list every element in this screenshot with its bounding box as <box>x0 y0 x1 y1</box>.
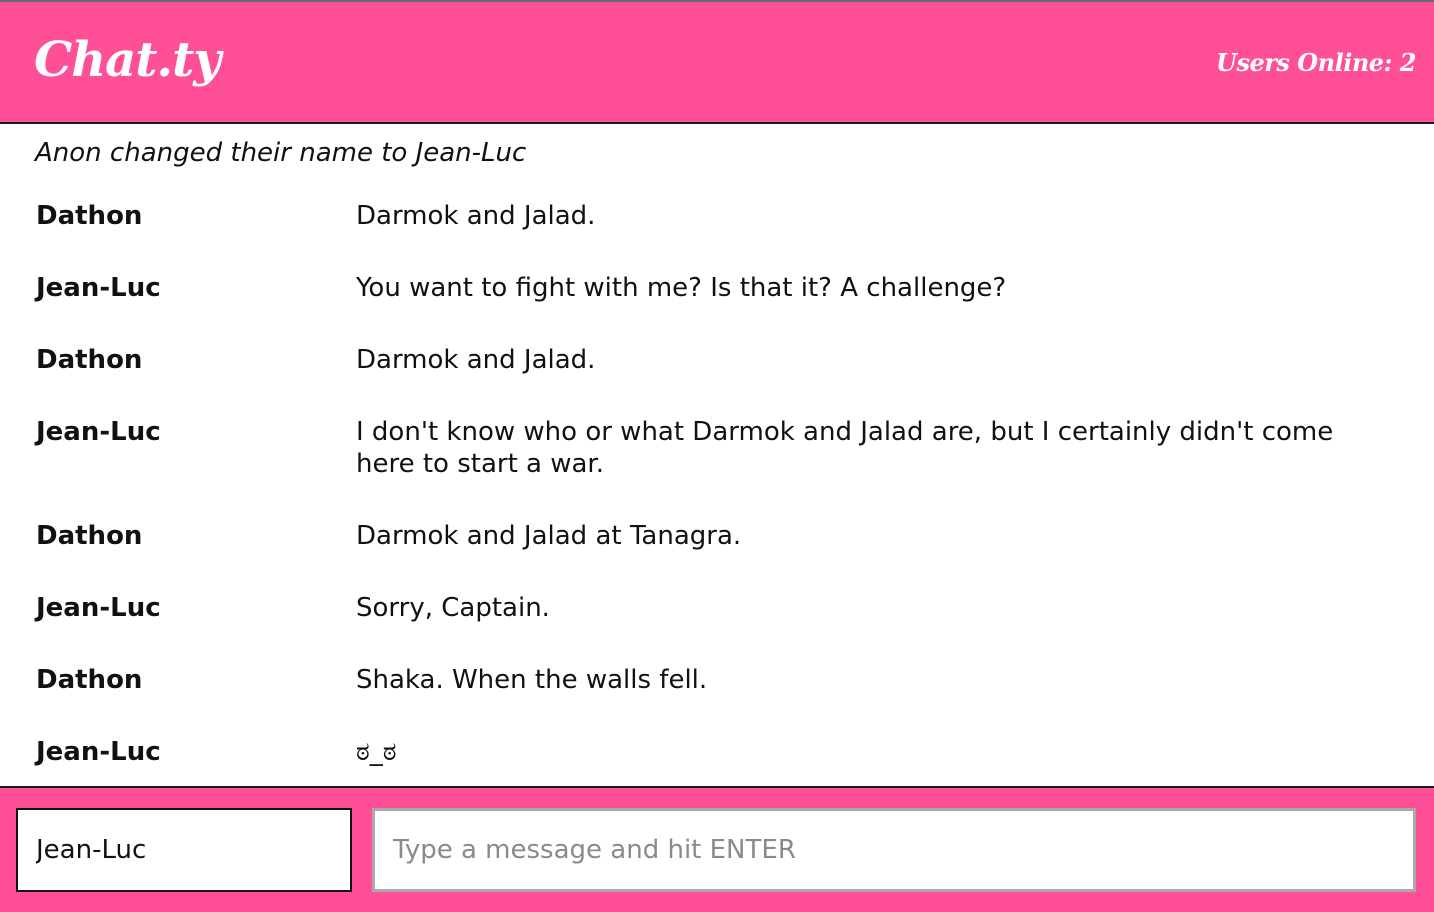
chat-app: Chat.ty Users Online: 2 Anon changed the… <box>0 0 1434 912</box>
composer-bar <box>0 786 1434 912</box>
message-text: Darmok and Jalad. <box>356 345 596 375</box>
message-author: Jean-Luc <box>36 593 161 623</box>
message-text: You want to fight with me? Is that it? A… <box>356 273 1007 303</box>
message-author: Dathon <box>36 201 143 231</box>
message-text: I don't know who or what Darmok and Jala… <box>356 417 1334 479</box>
message-author: Jean-Luc <box>36 737 161 767</box>
message-author: Dathon <box>36 345 143 375</box>
message-text: Shaka. When the walls fell. <box>356 665 708 695</box>
app-logo: Chat.ty <box>34 32 221 88</box>
message-text: ಠ_ಠ <box>356 737 397 767</box>
message-input[interactable] <box>372 808 1416 892</box>
message-text: Sorry, Captain. <box>356 593 550 623</box>
system-notice: Anon changed their name to Jean-Luc <box>35 138 527 168</box>
username-input[interactable] <box>16 808 352 892</box>
message-author: Dathon <box>36 521 143 551</box>
message-text: Darmok and Jalad. <box>356 201 596 231</box>
message-author: Dathon <box>36 665 143 695</box>
message-author: Jean-Luc <box>36 417 161 447</box>
message-list[interactable]: Anon changed their name to Jean-Luc Dath… <box>0 124 1434 786</box>
message-author: Jean-Luc <box>36 273 161 303</box>
message-text: Darmok and Jalad at Tanagra. <box>356 521 742 551</box>
header-bar: Chat.ty Users Online: 2 <box>0 0 1434 124</box>
users-online-counter: Users Online: 2 <box>1216 48 1416 77</box>
